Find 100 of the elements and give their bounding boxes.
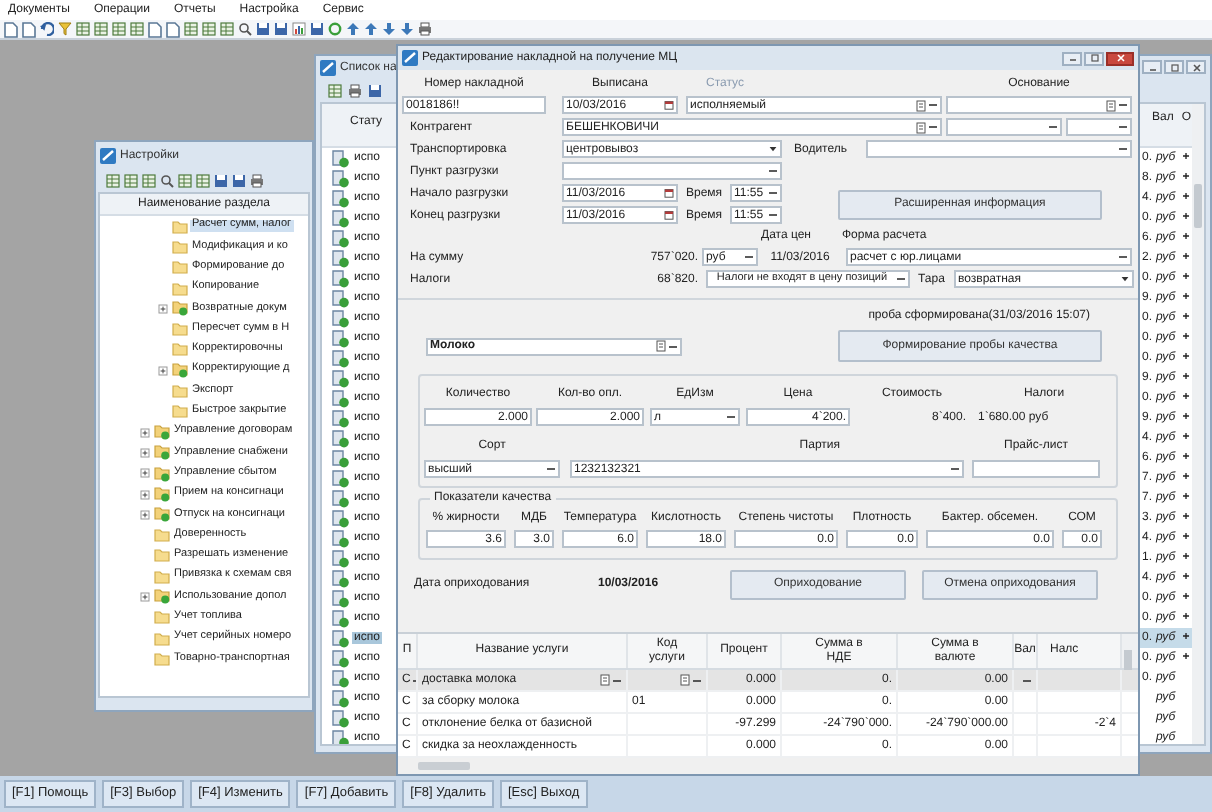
document-icon <box>332 649 350 667</box>
table-icon <box>1106 99 1116 111</box>
dash-icon <box>928 100 938 110</box>
document-icon <box>332 269 350 287</box>
printer-icon[interactable] <box>348 83 362 97</box>
save-icon[interactable] <box>310 22 324 36</box>
table-icon[interactable] <box>124 173 138 187</box>
text-field[interactable] <box>562 162 782 180</box>
dash-icon <box>692 675 702 685</box>
close-button[interactable] <box>1186 60 1206 74</box>
dash-icon <box>896 274 906 284</box>
save-icon[interactable] <box>368 83 382 97</box>
table-icon[interactable] <box>328 83 342 97</box>
dash-icon <box>768 188 778 198</box>
close-button[interactable] <box>1106 51 1134 65</box>
scrollbar-thumb[interactable] <box>1194 184 1202 228</box>
search-icon[interactable] <box>238 22 252 36</box>
dash-icon <box>612 675 622 685</box>
document-icon <box>332 569 350 587</box>
dash-icon <box>1118 252 1128 262</box>
scrollbar-thumb[interactable] <box>418 762 470 770</box>
table-icon <box>916 99 926 111</box>
document-icon <box>332 409 350 427</box>
dash-icon <box>744 252 754 262</box>
document-icon <box>332 309 350 327</box>
printer-icon[interactable] <box>418 22 432 36</box>
document-icon <box>332 349 350 367</box>
document-icon <box>332 689 350 707</box>
document-icon <box>332 609 350 627</box>
minimize-icon <box>1147 63 1157 71</box>
caret-icon <box>1120 274 1130 284</box>
expand-icon[interactable] <box>140 468 150 479</box>
dash-icon <box>768 166 778 176</box>
document-icon <box>332 529 350 547</box>
text-field[interactable] <box>972 460 1100 478</box>
dash-icon <box>1118 122 1128 132</box>
calendar-icon <box>664 210 674 220</box>
expand-icon[interactable] <box>140 427 150 438</box>
table-icon[interactable] <box>94 22 108 36</box>
refresh-icon[interactable] <box>328 22 342 36</box>
expand-icon[interactable] <box>140 489 150 499</box>
app-icon <box>402 50 418 66</box>
search-icon[interactable] <box>160 173 174 187</box>
dash-icon <box>768 210 778 220</box>
text-field[interactable] <box>946 118 1062 136</box>
table-icon[interactable] <box>76 22 90 36</box>
save-icon[interactable] <box>214 173 228 187</box>
table-icon <box>656 340 666 352</box>
document-icon <box>332 229 350 247</box>
document-icon <box>332 629 350 647</box>
chart-icon[interactable] <box>292 22 306 36</box>
undo-icon[interactable] <box>40 22 54 36</box>
save-icon[interactable] <box>256 22 270 36</box>
dash-icon <box>950 464 960 474</box>
table-icon[interactable] <box>106 173 120 187</box>
document-icon <box>332 209 350 227</box>
text-field[interactable] <box>1066 118 1132 136</box>
table-icon[interactable] <box>142 173 156 187</box>
document-icon <box>332 669 350 687</box>
document-icon <box>332 189 350 207</box>
expand-icon[interactable] <box>140 591 150 602</box>
maximize-icon <box>1169 63 1179 71</box>
table-icon[interactable] <box>184 22 198 36</box>
save-icon[interactable] <box>274 22 288 36</box>
app-icon <box>100 147 116 163</box>
expand-icon[interactable] <box>158 365 168 376</box>
minimize-button[interactable] <box>1142 60 1162 74</box>
table-icon[interactable] <box>130 22 144 36</box>
document-icon <box>332 429 350 447</box>
document-icon <box>332 449 350 467</box>
dash-icon <box>726 412 736 422</box>
document-icon <box>332 469 350 487</box>
dash-icon <box>1118 100 1128 110</box>
save-icon[interactable] <box>232 173 246 187</box>
table-icon <box>680 674 690 686</box>
maximize-button[interactable] <box>1164 60 1184 74</box>
document-icon <box>332 549 350 567</box>
maximize-button[interactable] <box>1084 51 1104 65</box>
expand-icon[interactable] <box>158 303 168 314</box>
table-icon[interactable] <box>220 22 234 36</box>
minimize-button[interactable] <box>1062 51 1082 65</box>
table-icon[interactable] <box>202 22 216 36</box>
calendar-icon <box>664 100 674 110</box>
expand-icon[interactable] <box>140 509 150 520</box>
table-icon[interactable] <box>196 173 210 187</box>
document-icon <box>332 509 350 527</box>
table-icon[interactable] <box>178 173 192 187</box>
dash-icon <box>1022 675 1032 685</box>
document-icon <box>332 289 350 307</box>
document-icon <box>332 489 350 507</box>
dash-icon <box>1118 144 1128 154</box>
maximize-icon <box>1089 54 1099 62</box>
text-field[interactable] <box>866 140 1132 158</box>
printer-icon[interactable] <box>250 173 264 187</box>
dash-icon <box>1048 122 1058 132</box>
document-icon <box>332 369 350 387</box>
table-icon <box>600 674 610 686</box>
table-icon[interactable] <box>112 22 126 36</box>
expand-icon[interactable] <box>140 447 150 458</box>
text-field[interactable] <box>946 96 1132 114</box>
